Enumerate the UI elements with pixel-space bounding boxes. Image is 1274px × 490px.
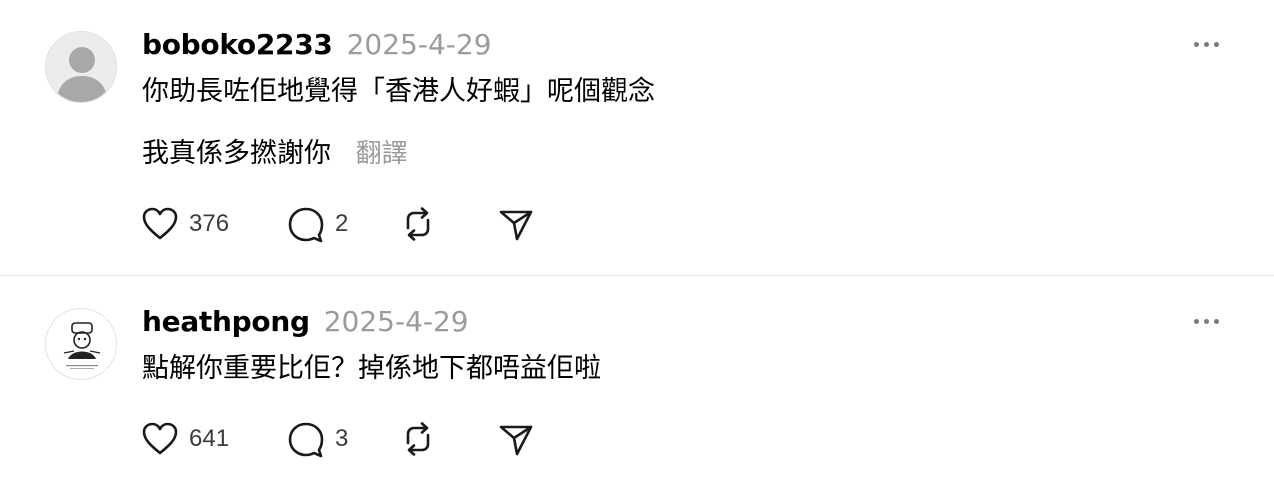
username[interactable]: heathpong [142,305,310,338]
heart-icon [142,422,178,455]
action-bar: 641 3 [140,419,560,459]
avatar[interactable] [45,31,117,103]
like-button[interactable]: 641 [140,419,229,459]
post-date: 2025-4-29 [323,305,469,338]
action-bar: 376 2 [140,204,560,244]
reply-button[interactable]: 2 [286,204,348,244]
heart-icon [142,207,178,240]
post-text-line: 點解你重要比佢？￼掉係地下都唔益佢啦 [142,353,601,384]
like-button[interactable]: 376 [140,204,229,244]
repost-button[interactable] [398,204,438,244]
repost-icon [406,207,430,241]
share-button[interactable] [496,419,536,459]
username[interactable]: boboko2233 [142,28,333,61]
post-text-line: 你助長咗佢地覺得「香港人好蝦」呢個觀念 [142,76,655,107]
send-icon [499,425,533,456]
translate-link[interactable]: 翻譯 [356,139,408,169]
post-text-line: 我真係多撚謝你 翻譯 [142,136,408,172]
repost-button[interactable] [398,419,438,459]
default-person-avatar-icon [56,47,108,102]
more-options-icon[interactable] [1192,317,1222,327]
custom-drawing-avatar-icon [63,322,101,369]
post-header: boboko2233 2025-4-29 [142,28,492,62]
send-icon [499,210,533,241]
reply-count: 2 [335,210,349,237]
like-count: 376 [189,210,230,237]
reply-button[interactable]: 3 [286,419,348,459]
like-count: 641 [189,425,230,452]
speech-bubble-icon [288,207,324,243]
post-date: 2025-4-29 [346,28,492,61]
post-header: heathpong 2025-4-29 [142,305,469,339]
repost-icon [406,422,430,456]
post-text: 我真係多撚謝你 [142,138,331,169]
reply-count: 3 [335,425,349,452]
thread-post: boboko2233 2025-4-29 你助長咗佢地覺得「香港人好蝦」呢個觀念… [0,0,1274,275]
more-options-icon[interactable] [1192,40,1222,50]
share-button[interactable] [496,204,536,244]
speech-bubble-icon [288,422,324,458]
thread-post: heathpong 2025-4-29 點解你重要比佢？￼掉係地下都唔益佢啦 6… [0,276,1274,490]
avatar[interactable] [45,308,117,380]
